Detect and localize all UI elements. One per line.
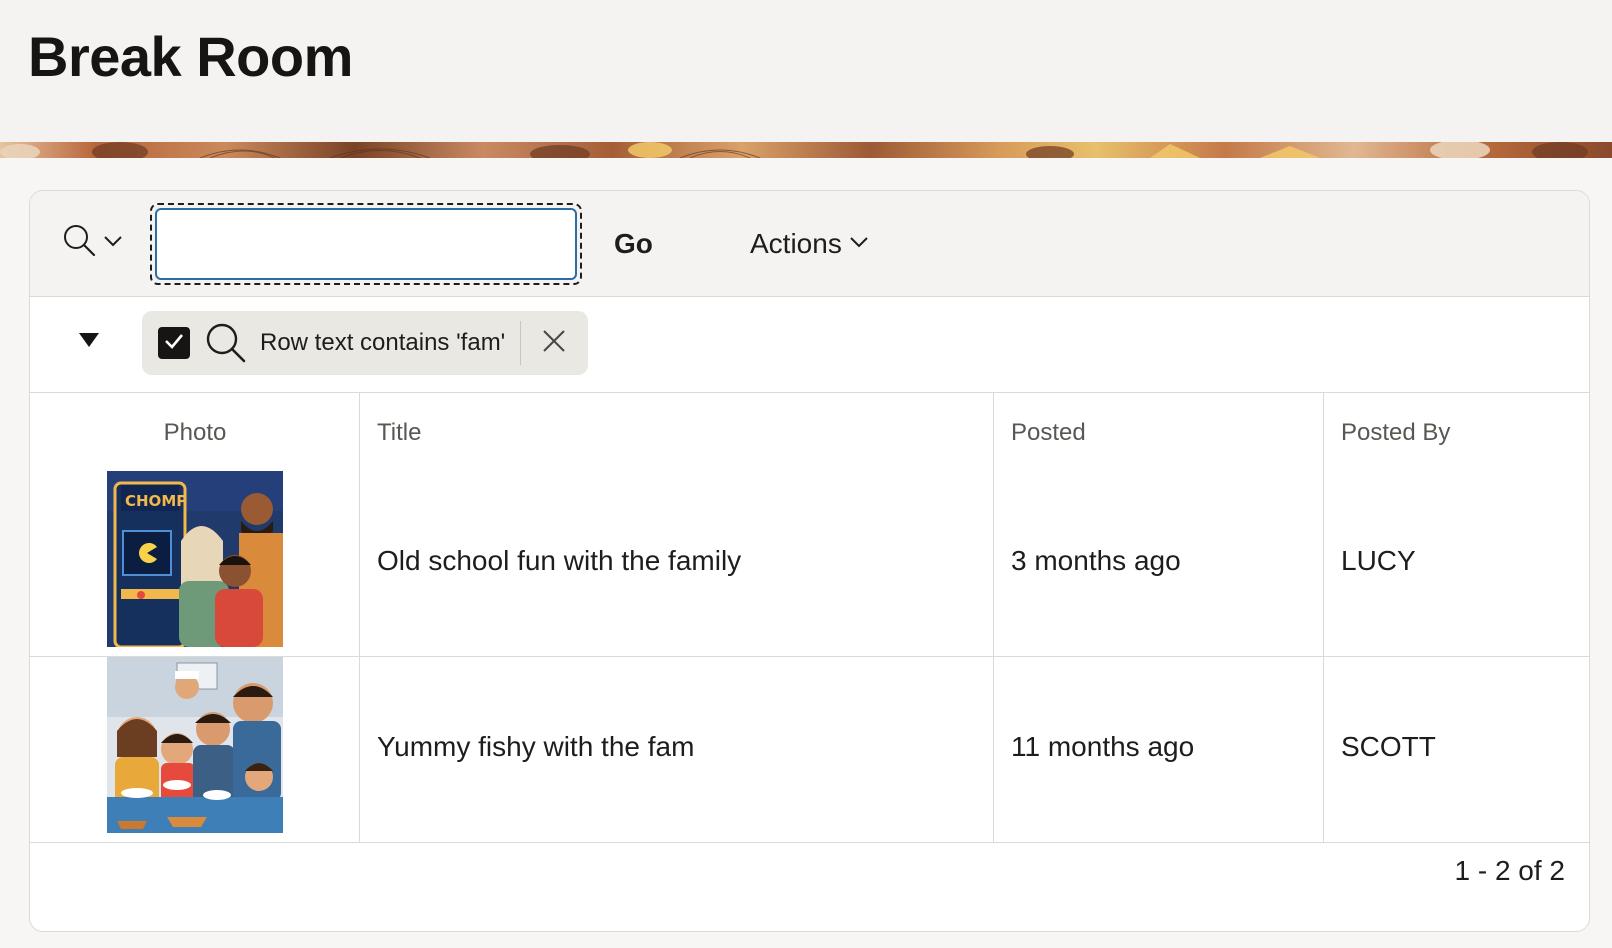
header-cell-title: Title bbox=[360, 393, 994, 471]
title-cell: Old school fun with the family bbox=[360, 471, 994, 656]
triangle-down-icon bbox=[78, 331, 100, 354]
decorative-banner bbox=[0, 142, 1612, 158]
go-button[interactable]: Go bbox=[614, 223, 653, 265]
title-cell: Yummy fishy with the fam bbox=[360, 657, 994, 842]
header-cell-photo: Photo bbox=[30, 393, 360, 471]
report-table: Photo Title Posted Posted By CHOMP Old s… bbox=[30, 393, 1589, 843]
checkmark-icon bbox=[162, 329, 186, 358]
row-posted-by: SCOTT bbox=[1341, 731, 1436, 762]
search-input[interactable] bbox=[155, 208, 577, 280]
header-cell-posted-by: Posted By bbox=[1324, 393, 1589, 471]
filter-chip: Row text contains 'fam' bbox=[142, 311, 588, 375]
row-posted: 3 months ago bbox=[1011, 545, 1181, 576]
actions-label: Actions bbox=[750, 228, 842, 259]
search-icon bbox=[204, 321, 248, 370]
report-region: Go Actions Row text contains 'fam' Photo… bbox=[29, 190, 1590, 932]
table-row: CHOMP Old school fun with the family 3 m… bbox=[30, 471, 1589, 657]
arcade-family-photo[interactable]: CHOMP bbox=[107, 471, 283, 647]
row-title: Yummy fishy with the fam bbox=[377, 731, 695, 762]
search-column-selector[interactable] bbox=[62, 223, 126, 264]
filter-enable-checkbox[interactable] bbox=[158, 327, 190, 359]
remove-filter-button[interactable] bbox=[538, 327, 570, 359]
posted-by-cell: LUCY bbox=[1324, 471, 1589, 656]
chevron-down-icon bbox=[102, 230, 124, 257]
row-posted-by: LUCY bbox=[1341, 545, 1416, 576]
header-cell-posted: Posted bbox=[994, 393, 1324, 471]
posted-cell: 3 months ago bbox=[994, 471, 1324, 656]
photo-cell bbox=[30, 657, 360, 842]
chip-divider bbox=[520, 321, 521, 365]
pagination-summary: 1 - 2 of 2 bbox=[1454, 855, 1565, 886]
sushi-family-photo[interactable] bbox=[107, 657, 283, 833]
collapse-filters-toggle[interactable] bbox=[74, 327, 104, 357]
column-header-posted-by[interactable]: Posted By bbox=[1341, 419, 1450, 447]
page-title: Break Room bbox=[28, 25, 353, 88]
column-header-photo[interactable]: Photo bbox=[30, 419, 360, 447]
arcade-marquee-text: CHOMP bbox=[125, 492, 187, 510]
posted-by-cell: SCOTT bbox=[1324, 657, 1589, 842]
row-title: Old school fun with the family bbox=[377, 545, 742, 576]
filter-row: Row text contains 'fam' bbox=[30, 297, 1589, 393]
posted-cell: 11 months ago bbox=[994, 657, 1324, 842]
actions-menu-button[interactable]: Actions bbox=[750, 223, 870, 265]
chevron-down-icon bbox=[848, 228, 870, 260]
page-header: Break Room bbox=[0, 0, 1612, 142]
column-header-title[interactable]: Title bbox=[377, 419, 421, 447]
search-icon bbox=[62, 223, 98, 264]
table-row: Yummy fishy with the fam 11 months ago S… bbox=[30, 657, 1589, 843]
column-header-posted[interactable]: Posted bbox=[1011, 419, 1086, 447]
row-posted: 11 months ago bbox=[1011, 731, 1195, 762]
close-icon bbox=[541, 328, 567, 359]
filter-label[interactable]: Row text contains 'fam' bbox=[260, 329, 505, 357]
photo-cell: CHOMP bbox=[30, 471, 360, 656]
search-toolbar: Go Actions bbox=[30, 191, 1589, 297]
table-header: Photo Title Posted Posted By bbox=[30, 393, 1589, 471]
